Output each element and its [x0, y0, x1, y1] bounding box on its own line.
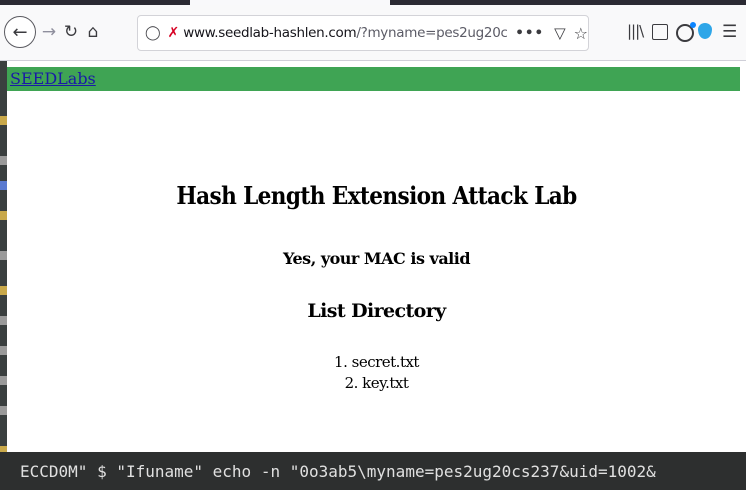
home-icon[interactable]: ⌂ [80, 19, 106, 45]
page-content: Hash Length Extension Attack Lab Yes, yo… [7, 181, 746, 392]
list-item: 2. key.txt [344, 374, 409, 392]
bookmark-star-icon[interactable]: ☆ [574, 24, 588, 43]
page-title: Hash Length Extension Attack Lab [176, 181, 577, 210]
shield-icon[interactable]: ◯ [142, 25, 164, 41]
url-text[interactable]: www.seedlab-hashlen.com/?myname=pes2ug20… [183, 25, 507, 41]
library-icon[interactable]: |||\ [627, 22, 644, 40]
url-path: /?myname=pes2ug20cs237&uid=1002&lstcm [356, 25, 508, 41]
web-page: SEEDLabs Hash Length Extension Attack La… [7, 61, 746, 452]
more-dots-icon[interactable]: ••• [515, 25, 544, 41]
menu-icon[interactable]: ☰ [722, 22, 737, 42]
terminal-text: ECCD0M" $ "Ifuname" echo -n "0o3ab5\myna… [20, 462, 656, 481]
background-terminal: ECCD0M" $ "Ifuname" echo -n "0o3ab5\myna… [0, 452, 746, 490]
extension-icon[interactable] [676, 22, 696, 42]
extension-icon[interactable] [698, 23, 712, 39]
badge-dot [690, 22, 696, 28]
file-list: 1. secret.txt 2. key.txt [7, 352, 746, 394]
insecure-lock-icon[interactable]: ✗ [164, 25, 184, 41]
file-name: secret.txt [351, 353, 420, 371]
background-window-edge [0, 61, 7, 490]
url-host: www.seedlab-hashlen.com [183, 25, 357, 41]
sidebar-icon[interactable] [652, 24, 668, 40]
top-nav-bar: SEEDLabs [7, 67, 740, 91]
back-icon[interactable]: ← [4, 16, 36, 48]
mac-status-message: Yes, your MAC is valid [282, 249, 471, 268]
seedlabs-link[interactable]: SEEDLabs [10, 69, 96, 88]
section-heading: List Directory [307, 300, 446, 322]
browser-toolbar: ← → ↻ ⌂ ◯ ✗ www.seedlab-hashlen.com/?myn… [0, 5, 746, 61]
list-item: 1. secret.txt [334, 353, 420, 371]
pocket-icon[interactable]: ▽ [554, 24, 566, 42]
file-name: key.txt [362, 374, 409, 392]
address-bar[interactable]: ◯ ✗ www.seedlab-hashlen.com/?myname=pes2… [137, 15, 589, 51]
